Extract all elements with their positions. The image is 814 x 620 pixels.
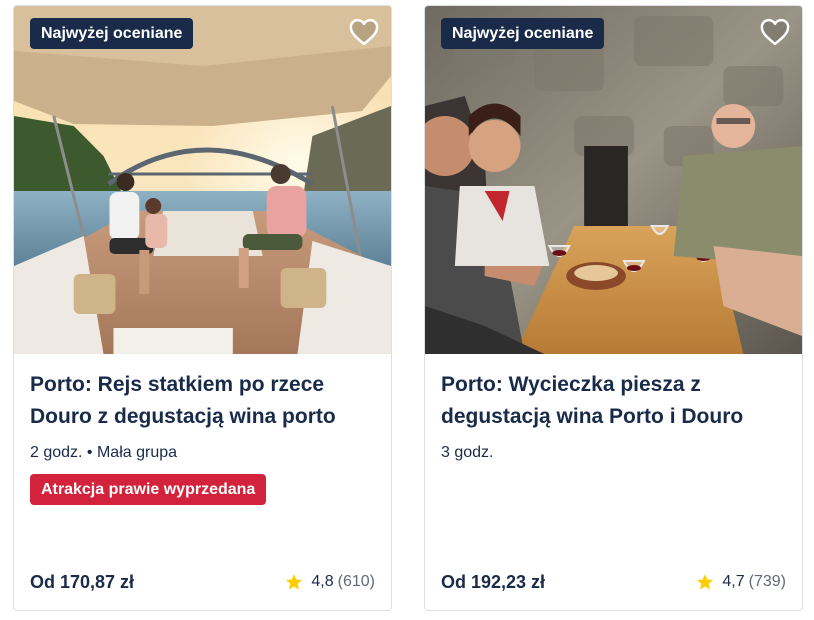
activity-card-1[interactable]: Najwyżej oceniane Porto: Rejs statkiem p… — [13, 5, 392, 611]
activity-duration: 3 godz. — [441, 444, 494, 461]
review-count: (739) — [748, 573, 786, 590]
wine-tasting-photo[interactable] — [425, 6, 802, 354]
activity-title[interactable]: Porto: Rejs statkiem po rzece Douro z de… — [30, 369, 375, 433]
likely-sell-out-badge: Atrakcja prawie wyprzedana — [30, 474, 267, 505]
wishlist-heart-button[interactable] — [758, 15, 792, 49]
star-icon — [697, 574, 714, 590]
activity-duration: 2 godz. • Mała grupa — [30, 444, 178, 461]
rating-value: 4,8 — [311, 573, 334, 590]
rating-value: 4,7 — [722, 573, 745, 590]
wishlist-heart-button[interactable] — [347, 15, 381, 49]
review-count: (610) — [337, 573, 375, 590]
activity-price: Od 192,23 zł — [441, 571, 546, 592]
heart-icon — [349, 18, 379, 46]
activity-price: Od 170,87 zł — [30, 571, 135, 592]
heart-icon — [760, 18, 790, 46]
activity-title[interactable]: Porto: Wycieczka piesza z degustacją win… — [441, 369, 786, 433]
activity-rating: 4,8 (610) — [285, 573, 375, 591]
activity-rating: 4,7 (739) — [696, 573, 786, 591]
top-rated-badge: Najwyżej oceniane — [30, 18, 194, 49]
card-footer: Od 170,87 zł 4,8 (610) — [30, 570, 375, 594]
card-footer: Od 192,23 zł 4,7 (739) — [441, 570, 786, 594]
activity-card-2[interactable]: Najwyżej oceniane Porto: Wycieczka piesz… — [424, 5, 803, 611]
top-rated-badge: Najwyżej oceniane — [441, 18, 605, 49]
card-body: Porto: Rejs statkiem po rzece Douro z de… — [14, 354, 391, 610]
boat-cruise-photo[interactable] — [14, 6, 391, 354]
card-body: Porto: Wycieczka piesza z degustacją win… — [425, 354, 802, 610]
star-icon — [286, 574, 303, 590]
